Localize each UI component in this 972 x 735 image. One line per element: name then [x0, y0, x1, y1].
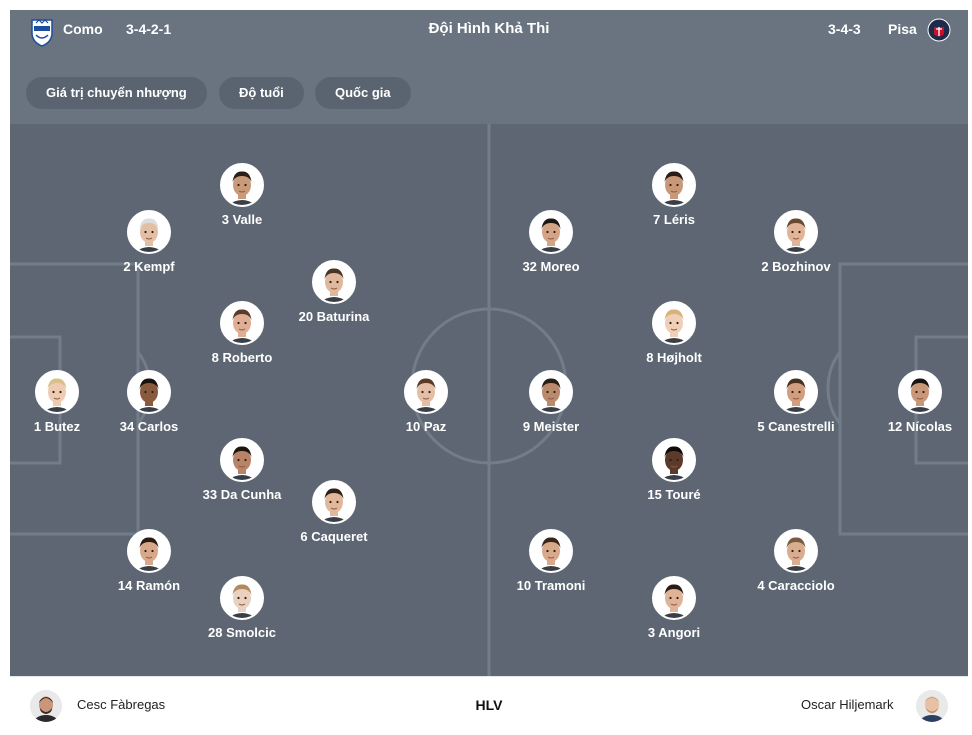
player-hojholt[interactable]: 8 Højholt — [604, 301, 744, 365]
player-photo — [774, 529, 818, 573]
player-face-icon — [654, 440, 694, 480]
lineup-header: Como 3-4-2-1 Đội Hình Khả Thi 3-4-3 Pisa — [10, 10, 968, 60]
player-tramoni[interactable]: 10 Tramoni — [481, 529, 621, 593]
player-face-icon — [776, 531, 816, 571]
player-photo — [127, 529, 171, 573]
player-photo — [652, 438, 696, 482]
player-label: 6 Caqueret — [300, 529, 368, 544]
player-label: 2 Kempf — [123, 259, 175, 274]
player-meister[interactable]: 9 Meister — [481, 370, 621, 434]
player-face-icon — [531, 212, 571, 252]
player-toure[interactable]: 15 Touré — [604, 438, 744, 502]
player-face-icon — [314, 262, 354, 302]
filter-age[interactable]: Độ tuổi — [219, 77, 304, 109]
player-label: 15 Touré — [647, 487, 701, 502]
player-label: 12 Nícolas — [887, 419, 953, 434]
player-face-icon — [531, 531, 571, 571]
page-title: Đội Hình Khả Thi — [428, 20, 550, 37]
away-formation: 3-4-3 — [828, 21, 861, 37]
player-photo — [774, 210, 818, 254]
player-angori[interactable]: 3 Angori — [604, 576, 744, 640]
player-label: 8 Roberto — [211, 350, 273, 365]
player-photo — [774, 370, 818, 414]
player-face-icon — [654, 303, 694, 343]
player-carlos[interactable]: 34 Carlos — [79, 370, 219, 434]
player-label: 2 Bozhinov — [761, 259, 831, 274]
player-label: 5 Canestrelli — [757, 419, 835, 434]
player-label: 28 Smolcic — [208, 625, 276, 640]
player-photo — [529, 529, 573, 573]
player-face-icon — [129, 212, 169, 252]
player-smolcic[interactable]: 28 Smolcic — [172, 576, 312, 640]
player-photo — [652, 301, 696, 345]
player-photo — [220, 438, 264, 482]
pitch: 3 Valle 2 Kempf 20 Baturina 8 Roberto 1 … — [10, 124, 968, 676]
player-roberto[interactable]: 8 Roberto — [172, 301, 312, 365]
player-face-icon — [654, 165, 694, 205]
player-face-icon — [37, 372, 77, 412]
player-face-icon — [531, 372, 571, 412]
player-label: 3 Angori — [647, 625, 701, 640]
player-photo — [220, 576, 264, 620]
filter-nationality[interactable]: Quốc gia — [315, 77, 411, 109]
pisa-crest-icon[interactable] — [927, 15, 955, 45]
player-photo — [652, 576, 696, 620]
player-photo — [898, 370, 942, 414]
player-face-icon — [222, 165, 262, 205]
player-leris[interactable]: 7 Léris — [604, 163, 744, 227]
player-label: 4 Caracciolo — [757, 578, 835, 593]
player-label: 9 Meister — [522, 419, 580, 434]
player-face-icon — [129, 531, 169, 571]
player-label: 10 Paz — [405, 419, 447, 434]
player-face-icon — [129, 372, 169, 412]
player-label: 34 Carlos — [119, 419, 179, 434]
player-face-icon — [222, 303, 262, 343]
player-face-icon — [222, 440, 262, 480]
player-canestrelli[interactable]: 5 Canestrelli — [726, 370, 866, 434]
away-coach-name[interactable]: Oscar Hiljemark — [801, 697, 893, 712]
player-photo — [127, 370, 171, 414]
player-photo — [404, 370, 448, 414]
player-label: 32 Moreo — [522, 259, 580, 274]
player-face-icon — [776, 212, 816, 252]
player-face-icon — [900, 372, 940, 412]
player-nicolas[interactable]: 12 Nícolas — [850, 370, 968, 434]
away-coach-avatar[interactable] — [916, 690, 948, 722]
player-label: 10 Tramoni — [516, 578, 586, 593]
player-caqueret[interactable]: 6 Caqueret — [264, 480, 404, 544]
player-face-icon — [314, 482, 354, 522]
player-photo — [652, 163, 696, 207]
player-photo — [220, 163, 264, 207]
filter-transfer-value[interactable]: Giá trị chuyển nhượng — [26, 77, 207, 109]
player-photo — [127, 210, 171, 254]
player-face-icon — [654, 578, 694, 618]
coaches-bar: Cesc Fàbregas HLV Oscar Hiljemark — [10, 676, 968, 735]
player-photo — [529, 370, 573, 414]
player-bozhinov[interactable]: 2 Bozhinov — [726, 210, 866, 274]
player-label: 8 Højholt — [646, 350, 702, 365]
player-kempf[interactable]: 2 Kempf — [79, 210, 219, 274]
player-photo — [35, 370, 79, 414]
away-team-name[interactable]: Pisa — [888, 10, 917, 48]
player-face-icon — [222, 578, 262, 618]
player-face-icon — [406, 372, 446, 412]
player-paz[interactable]: 10 Paz — [356, 370, 496, 434]
player-moreo[interactable]: 32 Moreo — [481, 210, 621, 274]
player-label: 7 Léris — [653, 212, 695, 227]
player-photo — [220, 301, 264, 345]
player-photo — [312, 260, 356, 304]
player-photo — [529, 210, 573, 254]
player-photo — [312, 480, 356, 524]
player-caracciolo[interactable]: 4 Caracciolo — [726, 529, 866, 593]
filter-bar: Giá trị chuyển nhượng Độ tuổi Quốc gia — [10, 60, 968, 124]
player-face-icon — [776, 372, 816, 412]
